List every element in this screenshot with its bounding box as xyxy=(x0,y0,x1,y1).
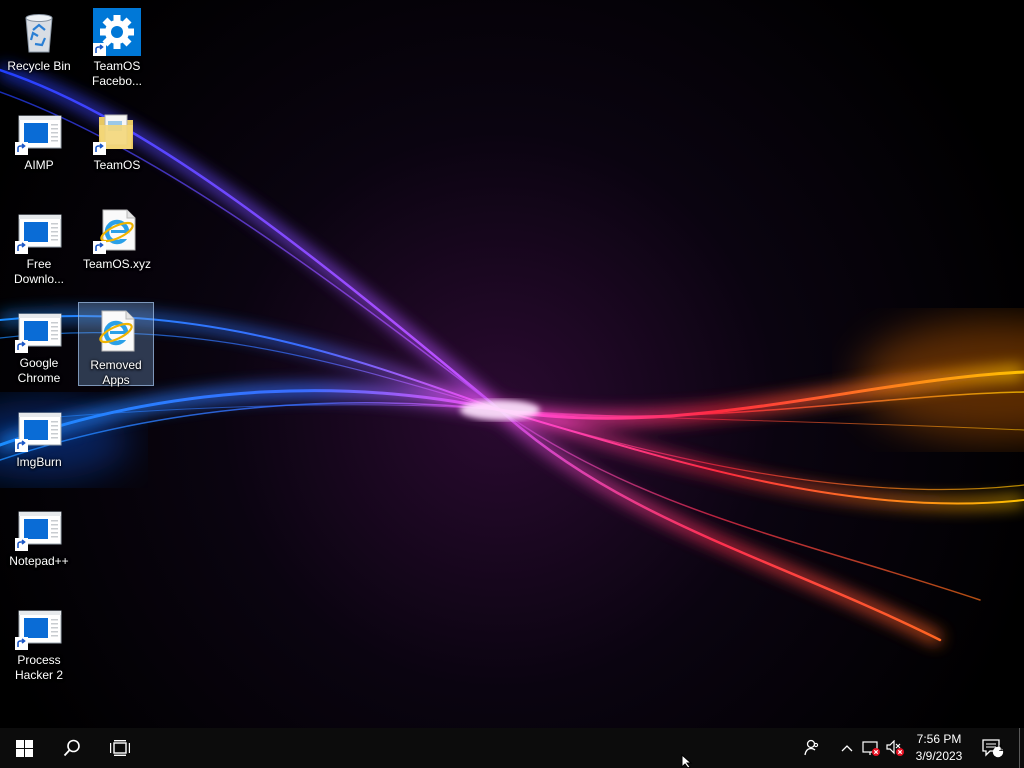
desktop-icon-free-download[interactable]: Free Downlo... xyxy=(1,201,77,288)
app-window-icon xyxy=(15,305,63,353)
people-button[interactable] xyxy=(798,728,826,768)
app-window-icon xyxy=(15,404,63,452)
app-window-icon xyxy=(15,107,63,155)
windows-start-icon xyxy=(15,739,33,757)
mouse-cursor-icon xyxy=(681,754,693,768)
desktop-icon-label: TeamOS Facebo... xyxy=(91,59,143,88)
settings-gear-icon xyxy=(93,8,141,56)
shortcut-arrow-icon xyxy=(15,439,28,452)
app-window-icon xyxy=(15,503,63,551)
desktop-icon-label: TeamOS.xyz xyxy=(82,257,151,271)
people-icon xyxy=(804,739,819,756)
volume-muted-icon xyxy=(886,740,904,756)
search-button[interactable] xyxy=(48,728,96,768)
action-center-button[interactable]: 1 xyxy=(978,728,1008,768)
volume-button[interactable] xyxy=(884,728,906,768)
clock-date: 3/9/2023 xyxy=(915,749,963,763)
app-window-icon xyxy=(15,206,63,254)
desktop-icon-label: Process Hacker 2 xyxy=(14,653,64,682)
desktop-icon-label: Removed Apps xyxy=(90,358,142,387)
desktop-icon-process-hacker[interactable]: Process Hacker 2 xyxy=(1,597,77,684)
network-button[interactable] xyxy=(860,728,882,768)
taskbar: 7:56 PM 3/9/2023 1 xyxy=(0,728,1024,768)
desktop-icon-aimp[interactable]: AIMP xyxy=(1,102,77,174)
desktop-icon-label: AIMP xyxy=(24,158,54,172)
desktop[interactable]: Recycle Bin TeamOS Facebo... AIMP TeamOS… xyxy=(0,0,1024,728)
folder-icon xyxy=(93,107,141,155)
notification-count-badge: 1 xyxy=(998,743,1004,753)
internet-explorer-icon xyxy=(93,206,141,254)
recycle-bin-icon xyxy=(15,8,63,56)
desktop-icon-label: Recycle Bin xyxy=(7,59,71,73)
desktop-icon-label: Notepad++ xyxy=(9,554,69,568)
network-disconnected-icon xyxy=(862,741,880,756)
shortcut-arrow-icon xyxy=(15,538,28,551)
desktop-icon-label: TeamOS xyxy=(93,158,141,172)
desktop-icon-teamos-facebook[interactable]: TeamOS Facebo... xyxy=(79,3,155,90)
show-hidden-icons-chevron xyxy=(841,745,853,752)
shortcut-arrow-icon xyxy=(15,340,28,353)
shortcut-arrow-icon xyxy=(15,637,28,650)
task-view-icon xyxy=(110,740,130,756)
show-desktop-button[interactable] xyxy=(1019,728,1020,768)
shortcut-arrow-icon xyxy=(93,142,106,155)
internet-explorer-icon xyxy=(92,307,140,355)
start-button[interactable] xyxy=(0,728,48,768)
desktop-icon-label: Free Downlo... xyxy=(13,257,65,286)
search-icon xyxy=(63,739,80,757)
clock[interactable]: 7:56 PM 3/9/2023 xyxy=(904,731,974,765)
desktop-icon-google-chrome[interactable]: Google Chrome xyxy=(1,300,77,387)
show-hidden-icons-button[interactable] xyxy=(836,728,858,768)
desktop-icon-removed-apps[interactable]: Removed Apps xyxy=(78,302,154,387)
app-window-icon xyxy=(15,602,63,650)
desktop-icon-teamos-xyz[interactable]: TeamOS.xyz xyxy=(79,201,155,273)
shortcut-arrow-icon xyxy=(15,142,28,155)
shortcut-arrow-icon xyxy=(15,241,28,254)
shortcut-arrow-icon xyxy=(93,43,106,56)
desktop-icon-label: ImgBurn xyxy=(16,455,62,469)
desktop-icon-teamos-folder[interactable]: TeamOS xyxy=(79,102,155,174)
task-view-button[interactable] xyxy=(96,728,144,768)
desktop-icon-notepad-plus-plus[interactable]: Notepad++ xyxy=(1,498,77,570)
desktop-icon-recycle-bin[interactable]: Recycle Bin xyxy=(1,3,77,75)
desktop-icon-label: Google Chrome xyxy=(17,356,61,385)
desktop-icon-imgburn[interactable]: ImgBurn xyxy=(1,399,77,471)
clock-time: 7:56 PM xyxy=(916,732,962,746)
shortcut-arrow-icon xyxy=(93,241,106,254)
